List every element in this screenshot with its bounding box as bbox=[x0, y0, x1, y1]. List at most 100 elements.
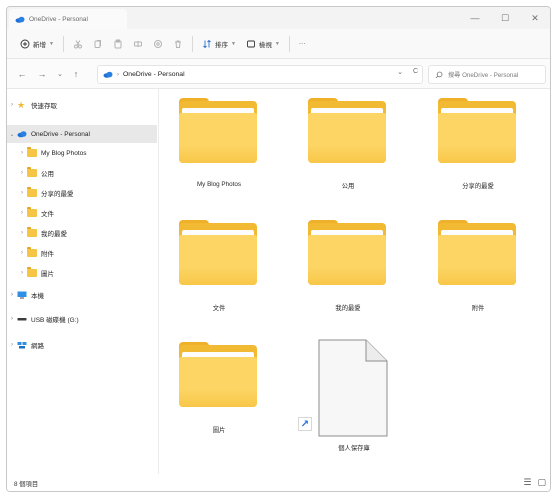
folder-icon bbox=[27, 147, 37, 157]
sort-button[interactable]: 排序 ▼ bbox=[197, 33, 241, 55]
chevron-down-icon[interactable]: ⌄ bbox=[7, 131, 17, 138]
sidebar-item-label: 附件 bbox=[41, 251, 54, 258]
delete-button[interactable] bbox=[168, 33, 188, 55]
network-icon bbox=[17, 342, 27, 349]
sort-icon bbox=[203, 39, 211, 48]
recent-locations-button[interactable]: ⌄ bbox=[53, 67, 67, 81]
folder-icon bbox=[438, 98, 516, 163]
sidebar-item-attachments[interactable]: › 附件 bbox=[7, 244, 157, 262]
tiles-view-button[interactable]: ▢ bbox=[537, 477, 546, 488]
address-dropdown-button[interactable]: ⌄ bbox=[397, 68, 403, 76]
cut-button[interactable] bbox=[68, 33, 88, 55]
chevron-right-icon[interactable]: › bbox=[17, 230, 27, 236]
folder-item-label: 分享的最愛 bbox=[462, 183, 494, 190]
folder-icon bbox=[179, 220, 257, 285]
folder-item-public[interactable]: 公用 bbox=[288, 89, 388, 207]
chevron-down-icon: ▼ bbox=[274, 40, 280, 47]
folder-icon bbox=[179, 342, 257, 407]
chevron-right-icon[interactable]: › bbox=[17, 250, 27, 256]
forward-button[interactable]: → bbox=[35, 67, 49, 81]
sidebar-item-favorites[interactable]: › 我的最愛 bbox=[7, 224, 157, 242]
sidebar-item-label: 公用 bbox=[41, 171, 54, 178]
folder-item-pictures[interactable]: 圖片 bbox=[159, 333, 259, 451]
folder-item-documents[interactable]: 文件 bbox=[159, 211, 259, 329]
window-tab-title: OneDrive - Personal bbox=[29, 15, 88, 23]
minimize-button[interactable]: — bbox=[460, 7, 490, 29]
plus-circle-icon bbox=[20, 39, 30, 48]
chevron-right-icon[interactable]: › bbox=[7, 102, 17, 108]
folder-item-shared-favorites[interactable]: 分享的最愛 bbox=[418, 89, 518, 207]
search-placeholder: 搜尋 OneDrive - Personal bbox=[448, 72, 519, 79]
toolbar-divider bbox=[62, 35, 64, 52]
sidebar-item-this-pc[interactable]: › 本機 bbox=[7, 286, 157, 304]
copy-button[interactable] bbox=[88, 33, 108, 55]
folder-item-label: 圖片 bbox=[212, 427, 226, 434]
refresh-button[interactable]: C bbox=[413, 68, 418, 76]
sidebar-item-quick-access[interactable]: › ★ 快速存取 bbox=[7, 96, 157, 114]
sidebar-item-shared-favorites[interactable]: › 分享的最愛 bbox=[7, 184, 157, 202]
sidebar-item-label: 我的最愛 bbox=[41, 231, 67, 238]
chevron-right-icon[interactable]: › bbox=[17, 190, 27, 196]
trash-icon bbox=[174, 40, 181, 48]
rename-icon bbox=[133, 40, 142, 47]
new-button[interactable]: 新增 ▼ bbox=[15, 33, 59, 55]
chevron-right-icon[interactable]: › bbox=[17, 170, 27, 176]
chevron-right-icon[interactable]: › bbox=[17, 210, 27, 216]
sidebar-item-label: My Blog Photos bbox=[41, 149, 87, 157]
sidebar-item-my-blog-photos[interactable]: › My Blog Photos bbox=[7, 144, 157, 162]
folder-icon bbox=[308, 98, 386, 163]
search-icon bbox=[435, 71, 443, 78]
window-tab[interactable]: OneDrive - Personal bbox=[9, 9, 127, 29]
back-button[interactable]: ← bbox=[15, 67, 29, 81]
chevron-right-icon[interactable]: › bbox=[7, 316, 17, 322]
scissors-icon bbox=[73, 39, 82, 48]
share-button[interactable] bbox=[148, 33, 168, 55]
view-button[interactable]: 檢視 ▼ bbox=[241, 33, 285, 55]
maximize-button[interactable]: ☐ bbox=[490, 7, 520, 29]
up-button[interactable]: ↑ bbox=[69, 67, 83, 81]
onedrive-icon bbox=[17, 131, 27, 138]
chevron-down-icon: ▼ bbox=[49, 40, 54, 47]
breadcrumb-separator: › bbox=[117, 71, 119, 78]
sidebar-item-pictures[interactable]: › 圖片 bbox=[7, 264, 157, 282]
sidebar-item-label: 網路 bbox=[31, 343, 44, 350]
paste-button[interactable] bbox=[108, 33, 128, 55]
sidebar-item-network[interactable]: › 網路 bbox=[7, 336, 157, 354]
rename-button[interactable] bbox=[128, 33, 148, 55]
address-field[interactable]: › OneDrive - Personal ⌄ C bbox=[97, 65, 423, 84]
sidebar-item-onedrive[interactable]: ⌄ OneDrive - Personal bbox=[7, 125, 157, 143]
sidebar-item-label: 本機 bbox=[31, 293, 44, 300]
folder-item-my-blog-photos[interactable]: My Blog Photos bbox=[159, 89, 259, 207]
new-button-label: 新增 bbox=[33, 41, 46, 49]
search-input[interactable]: 搜尋 OneDrive - Personal bbox=[428, 65, 546, 84]
sidebar-item-usb-drive[interactable]: › USB 磁碟機 (G:) bbox=[7, 310, 157, 328]
view-icon bbox=[246, 40, 255, 47]
more-options-button[interactable]: ··· bbox=[294, 33, 311, 55]
folder-item-favorites[interactable]: 我的最愛 bbox=[288, 211, 388, 329]
file-item-personal-vault[interactable]: ↗ 個人保存庫 bbox=[298, 339, 404, 457]
sidebar-item-label: 圖片 bbox=[41, 271, 54, 278]
sidebar-item-documents[interactable]: › 文件 bbox=[7, 204, 157, 222]
sidebar-item-public[interactable]: › 公用 bbox=[7, 164, 157, 182]
breadcrumb[interactable]: OneDrive - Personal bbox=[123, 71, 185, 78]
sidebar-item-label: OneDrive - Personal bbox=[31, 130, 90, 138]
star-icon: ★ bbox=[17, 100, 26, 110]
details-view-button[interactable]: ☰ bbox=[523, 477, 531, 488]
folder-item-attachments[interactable]: 附件 bbox=[418, 211, 518, 329]
address-bar-row: ← → ⌄ ↑ › OneDrive - Personal ⌄ C 搜尋 One… bbox=[7, 59, 550, 89]
folder-icon bbox=[27, 267, 37, 277]
folder-icon bbox=[179, 98, 257, 163]
title-bar: OneDrive - Personal — ☐ ✕ bbox=[7, 7, 550, 29]
chevron-right-icon[interactable]: › bbox=[17, 270, 27, 276]
folder-icon bbox=[308, 220, 386, 285]
view-button-label: 檢視 bbox=[258, 41, 272, 49]
folder-icon bbox=[27, 247, 37, 257]
chevron-right-icon[interactable]: › bbox=[7, 342, 17, 348]
folder-item-label: 附件 bbox=[471, 305, 485, 312]
chevron-right-icon[interactable]: › bbox=[7, 292, 17, 298]
chevron-right-icon[interactable]: › bbox=[17, 150, 27, 156]
sidebar-item-label: USB 磁碟機 (G:) bbox=[31, 317, 79, 324]
clipboard-icon bbox=[114, 39, 122, 48]
sidebar-item-label: 文件 bbox=[41, 211, 54, 218]
close-button[interactable]: ✕ bbox=[520, 7, 550, 29]
